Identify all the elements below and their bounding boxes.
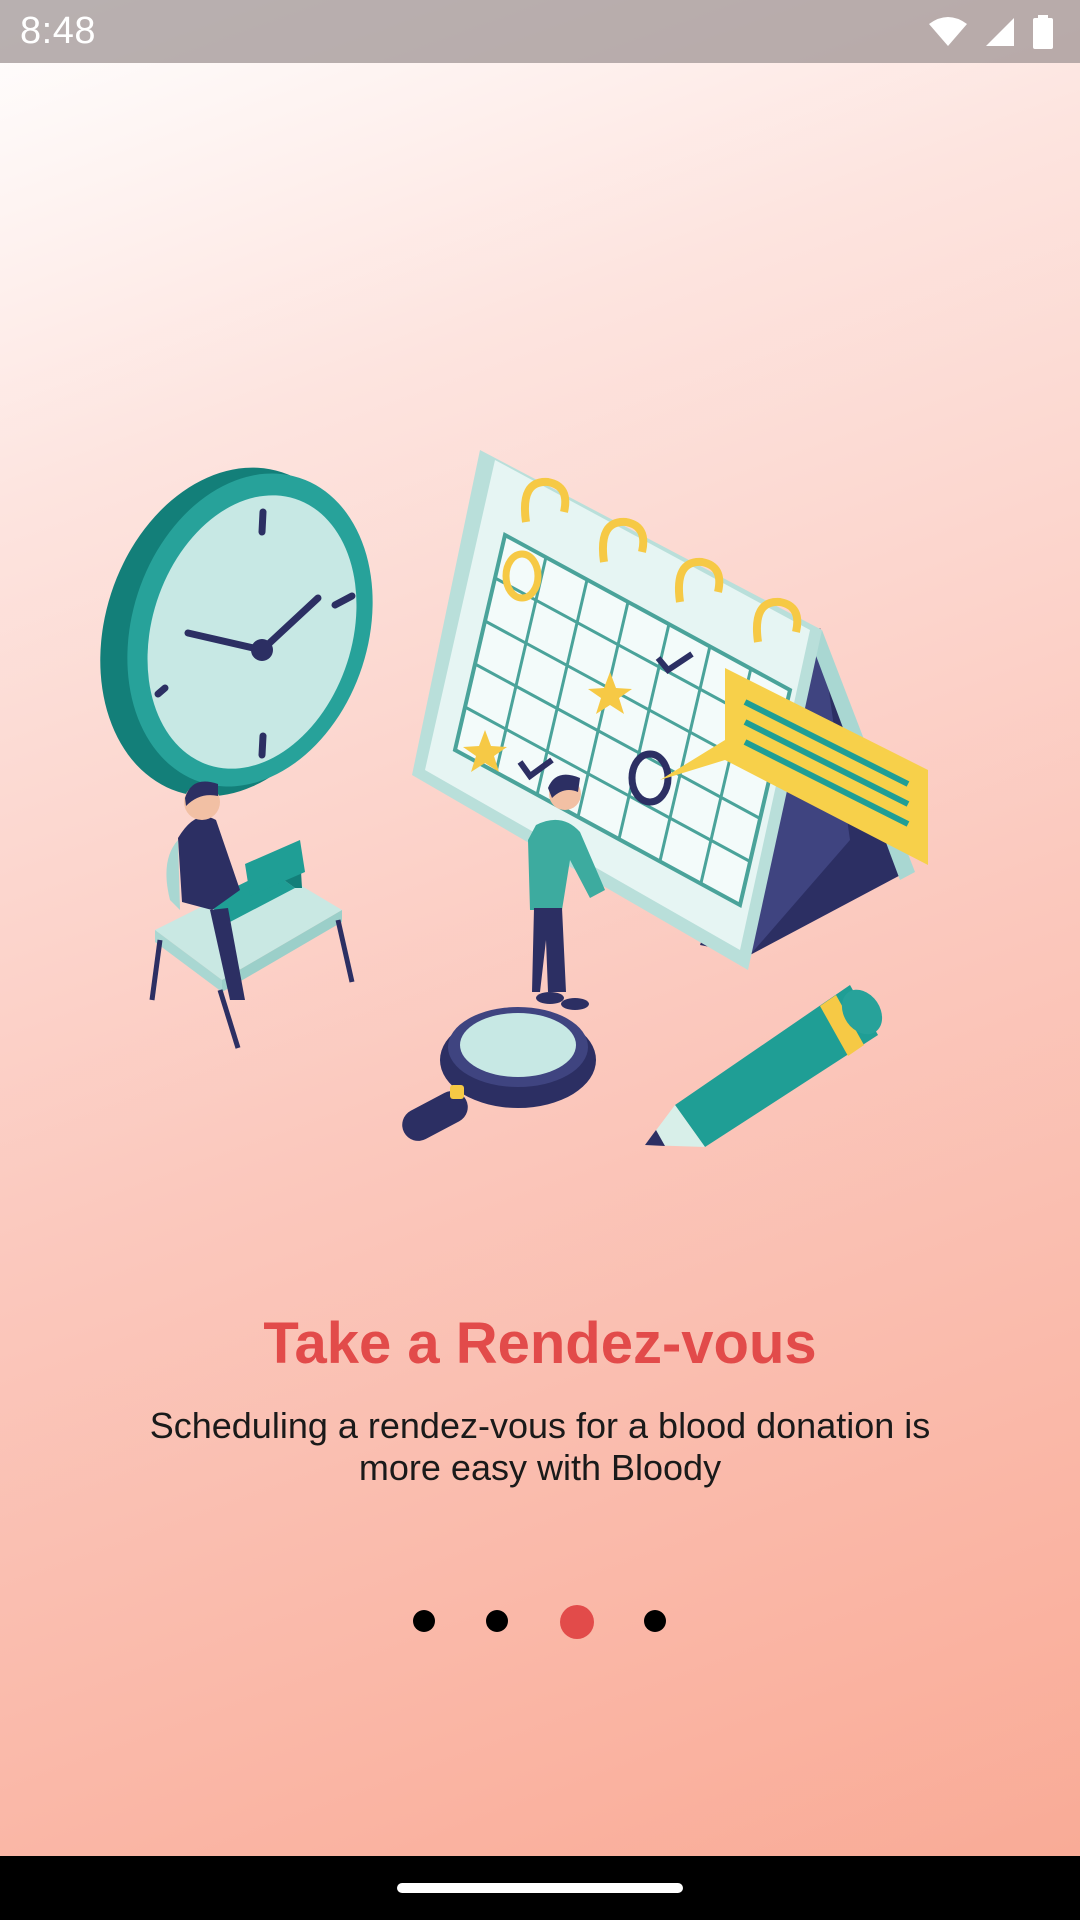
page-dot-4[interactable]: [644, 1610, 666, 1632]
clock-icon: [100, 467, 373, 797]
page-indicator: [0, 1600, 1080, 1640]
page-dot-3-active[interactable]: [560, 1605, 594, 1639]
battery-icon: [1033, 14, 1053, 49]
onboarding-screen: 8:48 Take a Rendez-vous Scheduling a ren…: [0, 0, 1080, 1920]
pencil-icon: [645, 985, 883, 1147]
page-dot-1[interactable]: [413, 1610, 435, 1632]
status-bar: 8:48: [0, 0, 1080, 63]
status-icons: [928, 14, 1054, 49]
signal-icon: [986, 17, 1014, 46]
status-time: 8:48: [20, 10, 96, 52]
calendar-scheduling-illustration: [100, 450, 928, 1147]
person-at-laptop-icon: [149, 781, 355, 1049]
magnifying-glass-icon: [402, 1007, 596, 1141]
system-navigation-bar: [0, 1856, 1080, 1920]
onboarding-description: Scheduling a rendez-vous for a blood don…: [149, 1405, 931, 1488]
onboarding-title: Take a Rendez-vous: [263, 1311, 817, 1376]
home-gesture-handle[interactable]: [397, 1883, 683, 1893]
page-dot-2[interactable]: [486, 1610, 508, 1632]
wifi-icon: [929, 16, 967, 46]
